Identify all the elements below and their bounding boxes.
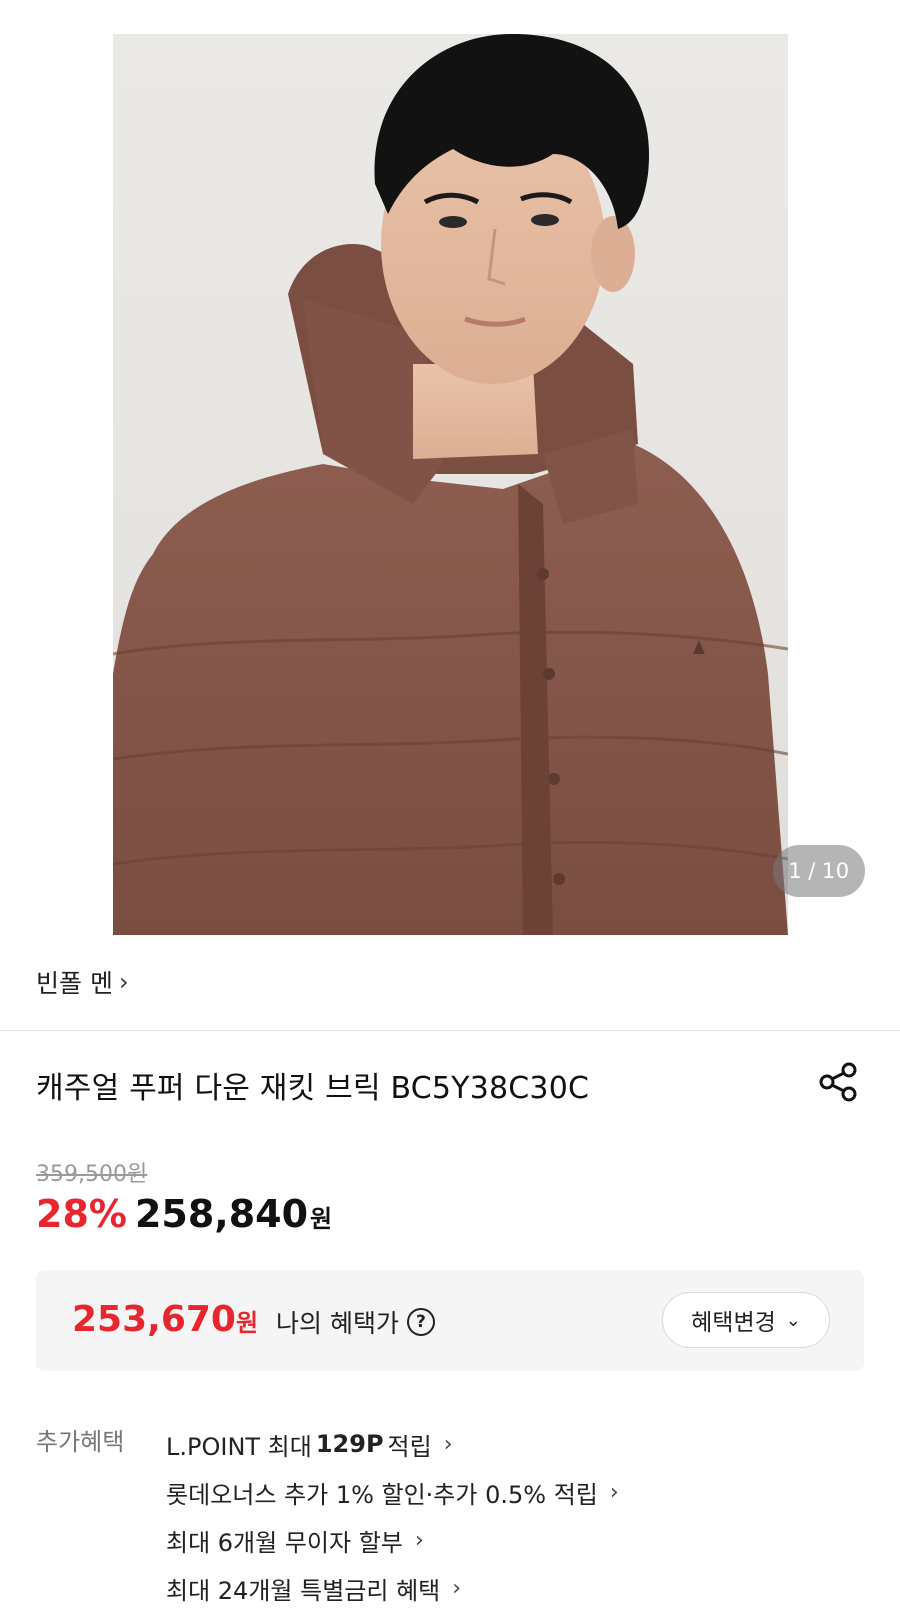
sale-price-currency: 원	[310, 1205, 333, 1233]
product-image[interactable]	[113, 34, 788, 935]
share-button[interactable]	[816, 1060, 860, 1104]
help-icon[interactable]: ?	[406, 1308, 435, 1336]
extra-benefits-list: L.POINT 최대 129P 적립 › 롯데오너스 추가 1% 할인·추가 0…	[166, 1420, 619, 1612]
extra-benefit-text: 롯데오너스 추가 1% 할인·추가 0.5% 적립	[166, 1480, 598, 1509]
my-benefit-price-value: 253,670	[72, 1299, 236, 1340]
extra-benefit-suffix: 적립	[387, 1432, 432, 1461]
chevron-right-icon: ›	[452, 1575, 462, 1601]
extra-benefit-text: 최대 24개월 특별금리 혜택	[166, 1576, 441, 1605]
brand-name: 빈폴 멘	[36, 969, 113, 998]
my-benefit-price-currency: 원	[235, 1309, 259, 1337]
extra-benefit-item[interactable]: L.POINT 최대 129P 적립 ›	[166, 1420, 619, 1468]
sale-price: 258,840	[134, 1192, 309, 1236]
chevron-right-icon: ›	[609, 1479, 619, 1505]
extra-benefit-strong: 129P	[315, 1430, 384, 1458]
my-benefit-label: 나의 혜택가	[276, 1309, 399, 1338]
chevron-right-icon: ›	[443, 1431, 453, 1457]
product-title: 캐주얼 푸퍼 다운 재킷 브릭 BC5Y38C30C	[36, 1071, 590, 1106]
original-price: 359,500원	[36, 1162, 148, 1187]
divider	[0, 1030, 900, 1031]
image-counter: 1 / 10	[773, 845, 865, 897]
image-counter-total: 10	[821, 859, 850, 883]
my-benefit-box: 253,670원 나의 혜택가 ? 혜택변경 ⌄	[36, 1270, 864, 1371]
chevron-down-icon: ⌄	[785, 1309, 801, 1331]
change-benefit-button[interactable]: 혜택변경 ⌄	[662, 1292, 830, 1348]
my-benefit-price: 253,670원	[72, 1299, 258, 1340]
image-counter-separator: /	[808, 859, 816, 883]
my-benefit-label-group[interactable]: 나의 혜택가 ?	[276, 1304, 435, 1340]
extra-benefit-item[interactable]: 최대 24개월 특별금리 혜택 ›	[166, 1564, 619, 1612]
extra-benefit-item[interactable]: 최대 6개월 무이자 할부 ›	[166, 1516, 619, 1564]
extra-benefit-text: L.POINT 최대	[166, 1432, 312, 1461]
product-photo-illustration	[113, 34, 788, 935]
extra-benefit-item[interactable]: 롯데오너스 추가 1% 할인·추가 0.5% 적립 ›	[166, 1468, 619, 1516]
image-counter-current: 1	[788, 859, 803, 883]
product-gallery[interactable]: 1 / 10	[0, 0, 900, 935]
brand-link[interactable]: 빈폴 멘 ›	[36, 962, 129, 1002]
chevron-right-icon: ›	[118, 968, 129, 996]
extra-benefits-label: 추가혜택	[36, 1428, 125, 1456]
share-icon	[819, 1062, 857, 1102]
change-benefit-label: 혜택변경	[691, 1310, 776, 1336]
discount-rate: 28%	[36, 1192, 127, 1236]
extra-benefit-text: 최대 6개월 무이자 할부	[166, 1528, 403, 1557]
chevron-right-icon: ›	[414, 1527, 424, 1553]
price-row: 28% 258,840 원	[36, 1192, 332, 1236]
